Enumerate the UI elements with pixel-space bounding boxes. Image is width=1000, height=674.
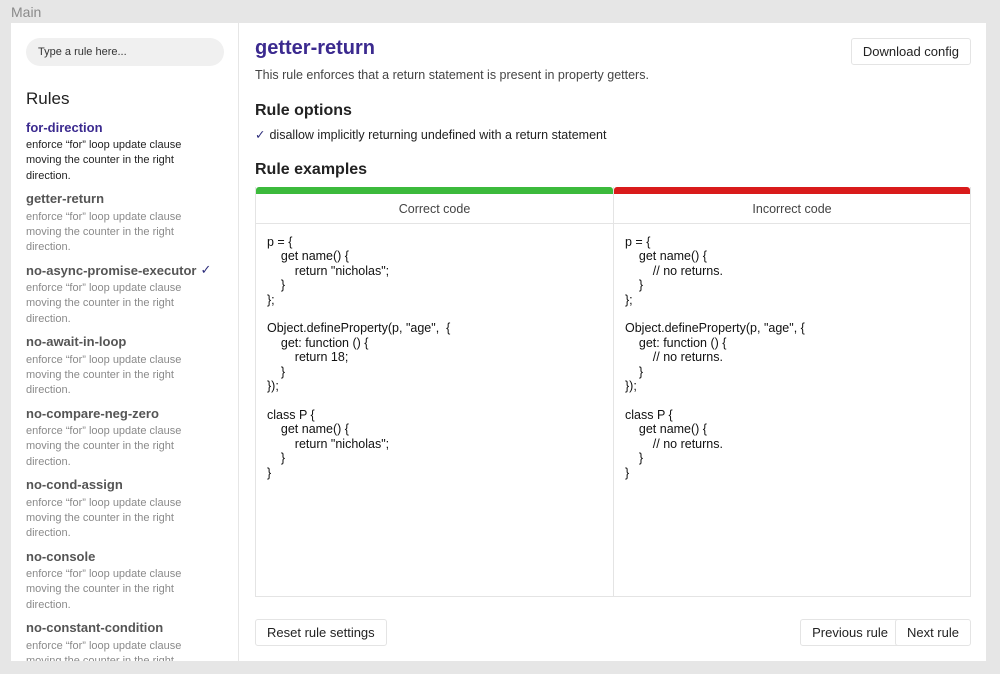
correct-indicator-bar <box>256 187 613 194</box>
rule-name: getter-return <box>26 190 226 208</box>
rule-name: no-console <box>26 547 226 565</box>
rule-examples: Correct code p = { get name() { return "… <box>255 187 971 597</box>
sidebar-rule-no-constant-condition[interactable]: no-constant-condition enforce “for” loop … <box>26 619 226 662</box>
rule-name-label: no-console <box>26 548 96 564</box>
checkmark-icon: ✓ <box>255 128 266 142</box>
rules-heading: Rules <box>26 89 70 108</box>
rule-summary: This rule enforces that a return stateme… <box>255 68 649 82</box>
rule-description: enforce “for” loop update clause moving … <box>26 425 182 468</box>
incorrect-code-block: p = { get name() { // no returns. } }; O… <box>625 235 805 480</box>
main-window: Rules for-direction enforce “for” loop up… <box>11 23 986 661</box>
sidebar: Rules for-direction enforce “for” loop up… <box>11 23 239 661</box>
reset-rule-settings-button[interactable]: Reset rule settings <box>255 619 387 646</box>
rule-name: no-compare-neg-zero <box>26 404 226 422</box>
correct-code-panel: Correct code p = { get name() { return "… <box>256 187 613 596</box>
rule-name-label: getter-return <box>26 191 105 206</box>
rule-name: no-constant-condition <box>26 619 226 637</box>
rule-name-label: no-compare-neg-zero <box>26 405 159 421</box>
rule-search-input[interactable] <box>26 38 224 66</box>
rule-description: enforce “for” loop update clause moving … <box>26 210 182 254</box>
sidebar-rule-no-async-promise-executor[interactable]: no-async-promise-executor ✓ enforce “for” … <box>26 261 226 333</box>
incorrect-indicator-bar <box>614 187 970 194</box>
sidebar-rule-no-cond-assign[interactable]: no-cond-assign enforce “for” loop update … <box>26 476 226 548</box>
rule-description: enforce “for” loop update clause moving … <box>26 282 182 325</box>
rule-name-label: for-direction <box>26 119 103 135</box>
window-label: Main <box>11 4 42 20</box>
rule-description: enforce “for” loop update clause moving … <box>26 353 182 397</box>
rule-name: no-await-in-loop <box>26 333 226 351</box>
checkmark-icon: ✓ <box>200 262 212 277</box>
rule-description: enforce “for” loop update clause moving … <box>26 139 182 182</box>
incorrect-code-header: Incorrect code <box>614 194 970 224</box>
next-rule-button[interactable]: Next rule <box>894 619 971 646</box>
previous-rule-button[interactable]: Previous rule <box>800 619 900 646</box>
sidebar-rule-no-console[interactable]: no-console enforce “for” loop update clau… <box>26 547 226 619</box>
sidebar-rule-getter-return[interactable]: getter-return enforce “for” loop update c… <box>26 190 226 262</box>
rule-name-label: no-await-in-loop <box>26 334 127 349</box>
sidebar-rule-for-direction[interactable]: for-direction enforce “for” loop update c… <box>26 118 226 190</box>
rule-description: enforce “for” loop update clause moving … <box>26 496 182 540</box>
rule-title: getter-return <box>255 37 376 59</box>
sidebar-rule-no-compare-neg-zero[interactable]: no-compare-neg-zero enforce “for” loop up… <box>26 404 226 476</box>
rule-description: enforce “for” loop update clause moving … <box>26 639 182 662</box>
rule-name: no-async-promise-executor ✓ <box>26 261 226 279</box>
rule-examples-heading: Rule examples <box>255 161 368 178</box>
sidebar-rule-no-await-in-loop[interactable]: no-await-in-loop enforce “for” loop updat… <box>26 333 226 405</box>
correct-code-header: Correct code <box>256 194 613 224</box>
rule-name-label: no-cond-assign <box>26 477 123 492</box>
rule-option[interactable]: ✓ disallow implicitly returning undefine… <box>255 127 607 143</box>
rule-name: no-cond-assign <box>26 476 226 494</box>
incorrect-code-panel: Incorrect code p = { get name() { // no … <box>613 187 970 596</box>
rule-list: for-direction enforce “for” loop update c… <box>26 118 226 662</box>
rule-name-label: no-constant-condition <box>26 620 164 635</box>
rule-name-label: no-async-promise-executor <box>26 262 197 278</box>
rule-description: enforce “for” loop update clause moving … <box>26 568 182 611</box>
download-config-button[interactable]: Download config <box>850 38 971 65</box>
rule-name: for-direction <box>26 118 226 136</box>
correct-code-block: p = { get name() { return "nicholas"; } … <box>267 235 451 480</box>
rule-detail: getter-return This rule enforces that a … <box>239 23 986 661</box>
rule-options-heading: Rule options <box>255 102 352 119</box>
rule-option-label: disallow implicitly returning undefined … <box>269 127 607 142</box>
